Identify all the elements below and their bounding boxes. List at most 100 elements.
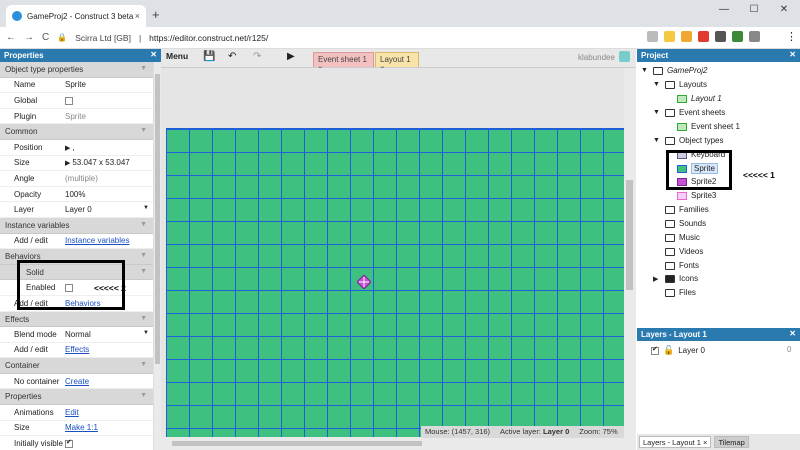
effects-link[interactable]: Effects <box>63 345 153 354</box>
close-window-button[interactable]: ✕ <box>770 4 798 15</box>
blend-mode-dropdown[interactable]: Normal ▼ <box>63 330 153 339</box>
tree-object-types[interactable]: ▼ Object types <box>653 136 723 145</box>
menu-button[interactable]: Menu <box>166 51 188 61</box>
layers-close-button[interactable]: ✕ <box>789 329 796 338</box>
username[interactable]: klabundee <box>578 53 615 62</box>
properties-scroll-thumb[interactable] <box>155 74 160 364</box>
collapse-icon[interactable]: ▼ <box>140 268 147 275</box>
prop-angle-value[interactable]: (multiple) <box>63 174 153 183</box>
prop-key: Global <box>14 95 38 105</box>
adblock-icon[interactable] <box>698 31 709 42</box>
tree-root[interactable]: ▼ GameProj2 <box>641 66 707 75</box>
section-common[interactable]: Common ▼ <box>0 124 153 140</box>
collapse-icon[interactable]: ▼ <box>140 315 147 322</box>
properties-close-button[interactable]: ✕ <box>150 50 157 59</box>
prop-opacity-value[interactable]: 100% <box>63 190 153 199</box>
key-icon[interactable] <box>647 31 658 42</box>
tree-families[interactable]: Families <box>665 205 709 214</box>
folder-icon <box>653 66 663 75</box>
collapse-icon[interactable]: ▼ <box>140 65 147 72</box>
collapse-icon[interactable]: ▼ <box>140 221 147 228</box>
instance-variables-link[interactable]: Instance variables <box>63 236 153 245</box>
expand-icon[interactable]: ▶ <box>653 275 661 283</box>
collapse-icon[interactable]: ▼ <box>140 252 147 259</box>
new-tab-button[interactable]: + <box>152 7 160 22</box>
section-object-type-properties[interactable]: Object type properties ▼ <box>0 62 153 78</box>
tree-label: Object types <box>679 136 724 145</box>
folder-icon <box>665 80 675 89</box>
save-icon[interactable]: 💾 <box>203 51 215 62</box>
collapse-icon[interactable]: ▼ <box>653 137 661 144</box>
initially-visible-checkbox[interactable] <box>65 439 73 448</box>
extension-icon[interactable] <box>732 31 743 42</box>
section-label: Instance variables <box>5 220 70 230</box>
prop-position-value[interactable]: , <box>72 143 74 152</box>
tree-sprite3[interactable]: Sprite3 <box>677 191 716 200</box>
avatar[interactable] <box>619 51 630 62</box>
tab-layers[interactable]: Layers - Layout 1 × <box>639 436 712 448</box>
collapse-icon[interactable]: ▼ <box>653 81 661 88</box>
tree-videos[interactable]: Videos <box>665 247 703 256</box>
lock-icon[interactable]: 🔓 <box>663 345 674 356</box>
tree-event-sheet-1[interactable]: Event sheet 1 <box>677 122 740 131</box>
section-effects[interactable]: Effects ▼ <box>0 311 153 328</box>
tree-fonts[interactable]: Fonts <box>665 261 699 270</box>
tab-close-icon[interactable]: × <box>703 438 707 447</box>
sprite-instance[interactable] <box>357 275 371 289</box>
tree-layout-1[interactable]: Layout 1 <box>677 94 722 103</box>
url-field[interactable]: https://editor.construct.net/r125/ <box>149 33 268 43</box>
layer-name: Layer 0 <box>678 346 705 355</box>
collapse-icon[interactable]: ▼ <box>641 67 649 74</box>
browser-menu-button[interactable]: ⋮ <box>786 30 797 43</box>
tree-sounds[interactable]: Sounds <box>665 219 706 228</box>
collapse-icon[interactable]: ▼ <box>140 361 147 368</box>
event-sheet-icon <box>677 122 687 131</box>
horizontal-scroll-thumb[interactable] <box>172 441 422 446</box>
prop-size-value[interactable]: 53.047 x 53.047 <box>72 158 129 167</box>
vertical-scroll-thumb[interactable] <box>626 180 633 290</box>
tilemap-grid[interactable] <box>166 128 624 441</box>
tab-event-sheet-1[interactable]: Event sheet 1 × <box>313 52 374 73</box>
forward-button[interactable]: → <box>24 32 34 43</box>
layer-visible-checkbox[interactable] <box>651 345 659 355</box>
collapse-icon[interactable]: ▼ <box>653 109 661 116</box>
layer-row[interactable]: 🔓 Layer 0 <box>651 345 705 356</box>
collapse-icon[interactable]: ▼ <box>140 127 147 134</box>
extension-icon[interactable] <box>681 31 692 42</box>
prop-name-value[interactable]: Sprite <box>63 80 153 89</box>
undo-icon[interactable]: ↶ <box>228 51 236 62</box>
minimize-button[interactable]: — <box>710 4 738 15</box>
tree-files[interactable]: Files <box>665 288 696 297</box>
back-button[interactable]: ← <box>6 32 16 43</box>
reload-button[interactable]: C <box>42 32 49 43</box>
section-label: Object type properties <box>5 65 84 74</box>
section-container[interactable]: Container ▼ <box>0 358 153 374</box>
make-1-1-link[interactable]: Make 1:1 <box>63 423 153 432</box>
tree-music[interactable]: Music <box>665 233 700 242</box>
extension-icon[interactable] <box>749 31 760 42</box>
lock-icon[interactable]: 🔒 <box>57 33 67 42</box>
section-properties[interactable]: Properties ▼ <box>0 389 153 406</box>
redo-icon[interactable]: ↷ <box>253 51 261 62</box>
certificate-label[interactable]: Scirra Ltd [GB] <box>75 33 131 43</box>
global-checkbox[interactable] <box>65 96 73 105</box>
tab-close-icon[interactable]: × <box>135 11 140 21</box>
prop-key: Angle <box>14 173 35 183</box>
edit-animations-link[interactable]: Edit <box>63 408 153 417</box>
tree-icons[interactable]: ▶ Icons <box>653 274 698 283</box>
prop-key: Size <box>14 423 30 433</box>
tree-event-sheets[interactable]: ▼ Event sheets <box>653 108 725 117</box>
create-container-link[interactable]: Create <box>63 377 153 386</box>
maximize-button[interactable]: ☐ <box>740 4 768 15</box>
collapse-icon[interactable]: ▼ <box>140 392 147 399</box>
browser-tab[interactable]: GameProj2 - Construct 3 beta × <box>6 5 146 27</box>
section-instance-variables[interactable]: Instance variables ▼ <box>0 217 153 234</box>
play-icon[interactable]: ▶ <box>287 51 295 62</box>
star-icon[interactable] <box>664 31 675 42</box>
project-close-button[interactable]: ✕ <box>789 50 796 59</box>
tab-tilemap[interactable]: Tilemap <box>714 436 749 448</box>
tab-layout-1[interactable]: Layout 1 × <box>375 52 419 73</box>
tree-layouts[interactable]: ▼ Layouts <box>653 80 707 89</box>
layer-dropdown[interactable]: Layer 0 ▼ <box>63 205 153 214</box>
extension-icon[interactable] <box>715 31 726 42</box>
